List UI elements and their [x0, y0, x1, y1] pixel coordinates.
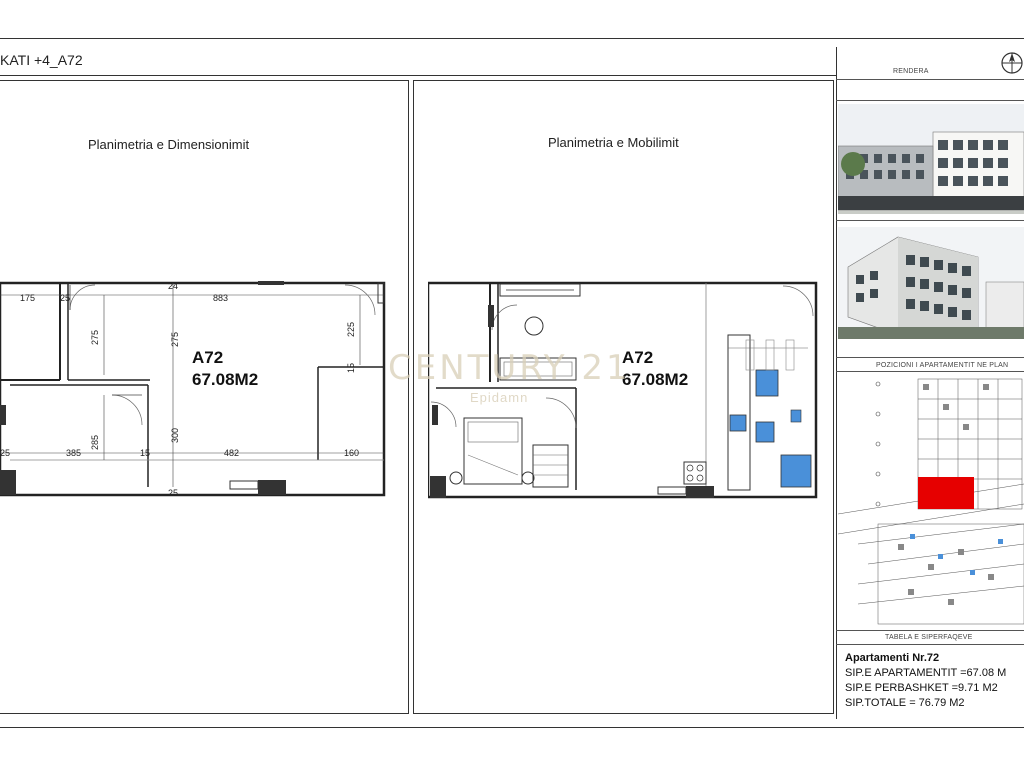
- dim-25-top: 25: [60, 293, 70, 303]
- sidebar-divider: [836, 100, 1024, 101]
- dim-385: 385: [66, 448, 81, 458]
- building-render-front: [838, 104, 1024, 214]
- apartment-position-map: [838, 374, 1024, 630]
- dim-175: 175: [20, 293, 35, 303]
- dim-25-foot: 25: [168, 488, 178, 498]
- title-bar: [0, 47, 836, 76]
- areas-table: Apartamenti Nr.72 SIP.E APARTAMENTIT =67…: [845, 651, 1006, 711]
- areas-table-label: TABELA E SIPERFAQEVE: [885, 634, 973, 641]
- north-arrow-icon: [1001, 52, 1023, 74]
- dim-25-bottom: 25: [0, 448, 10, 458]
- apartment-highlight: [918, 477, 974, 509]
- dim-275-mid: 275: [170, 332, 180, 347]
- watermark-brand: CENTURY 21: [388, 348, 631, 388]
- sidebar-divider: [836, 630, 1024, 631]
- sidebar-divider: [836, 371, 1024, 372]
- dim-300: 300: [170, 428, 180, 443]
- sidebar-divider: [836, 79, 1024, 80]
- furniture-plan-title: Planimetria e Mobilimit: [548, 135, 679, 150]
- sidebar-divider: [836, 220, 1024, 221]
- building-render-aerial: [838, 227, 1024, 339]
- dimension-apt-code: A72: [192, 348, 224, 367]
- sidebar-divider: [836, 644, 1024, 645]
- apartment-number: Apartamenti Nr.72: [845, 652, 940, 664]
- watermark-sub: Epidamn: [470, 390, 529, 405]
- dim-883: 883: [213, 293, 228, 303]
- dim-15-right: 15: [346, 363, 356, 373]
- furniture-apt-area: 67.08M2: [622, 370, 689, 389]
- dim-15-bottom: 15: [140, 448, 150, 458]
- dimension-apt-label: A72 67.08M2: [192, 347, 258, 391]
- area-total: SIP.TOTALE = 76.79 M2: [845, 697, 965, 709]
- sidebar-divider: [836, 357, 1024, 358]
- dimension-plan-title: Planimetria e Dimensionimit: [88, 137, 250, 152]
- dim-160: 160: [344, 448, 359, 458]
- furniture-apt-label: A72 67.08M2: [622, 347, 688, 391]
- render-label: RENDERA: [893, 68, 929, 75]
- position-label: POZICIONI I APARTAMENTIT NE PLAN: [876, 362, 1009, 369]
- area-common: SIP.E PERBASHKET =9.71 M2: [845, 682, 998, 694]
- dim-482: 482: [224, 448, 239, 458]
- area-apartment: SIP.E APARTAMENTIT =67.08 M: [845, 667, 1007, 679]
- dim-24: 24: [168, 281, 178, 291]
- dimension-apt-area: 67.08M2: [192, 370, 259, 389]
- dim-275-left: 275: [90, 330, 100, 345]
- dim-225: 225: [346, 322, 356, 337]
- dim-285: 285: [90, 435, 100, 450]
- sheet-title: KATI +4_A72: [0, 52, 83, 68]
- furniture-apt-code: A72: [622, 348, 654, 367]
